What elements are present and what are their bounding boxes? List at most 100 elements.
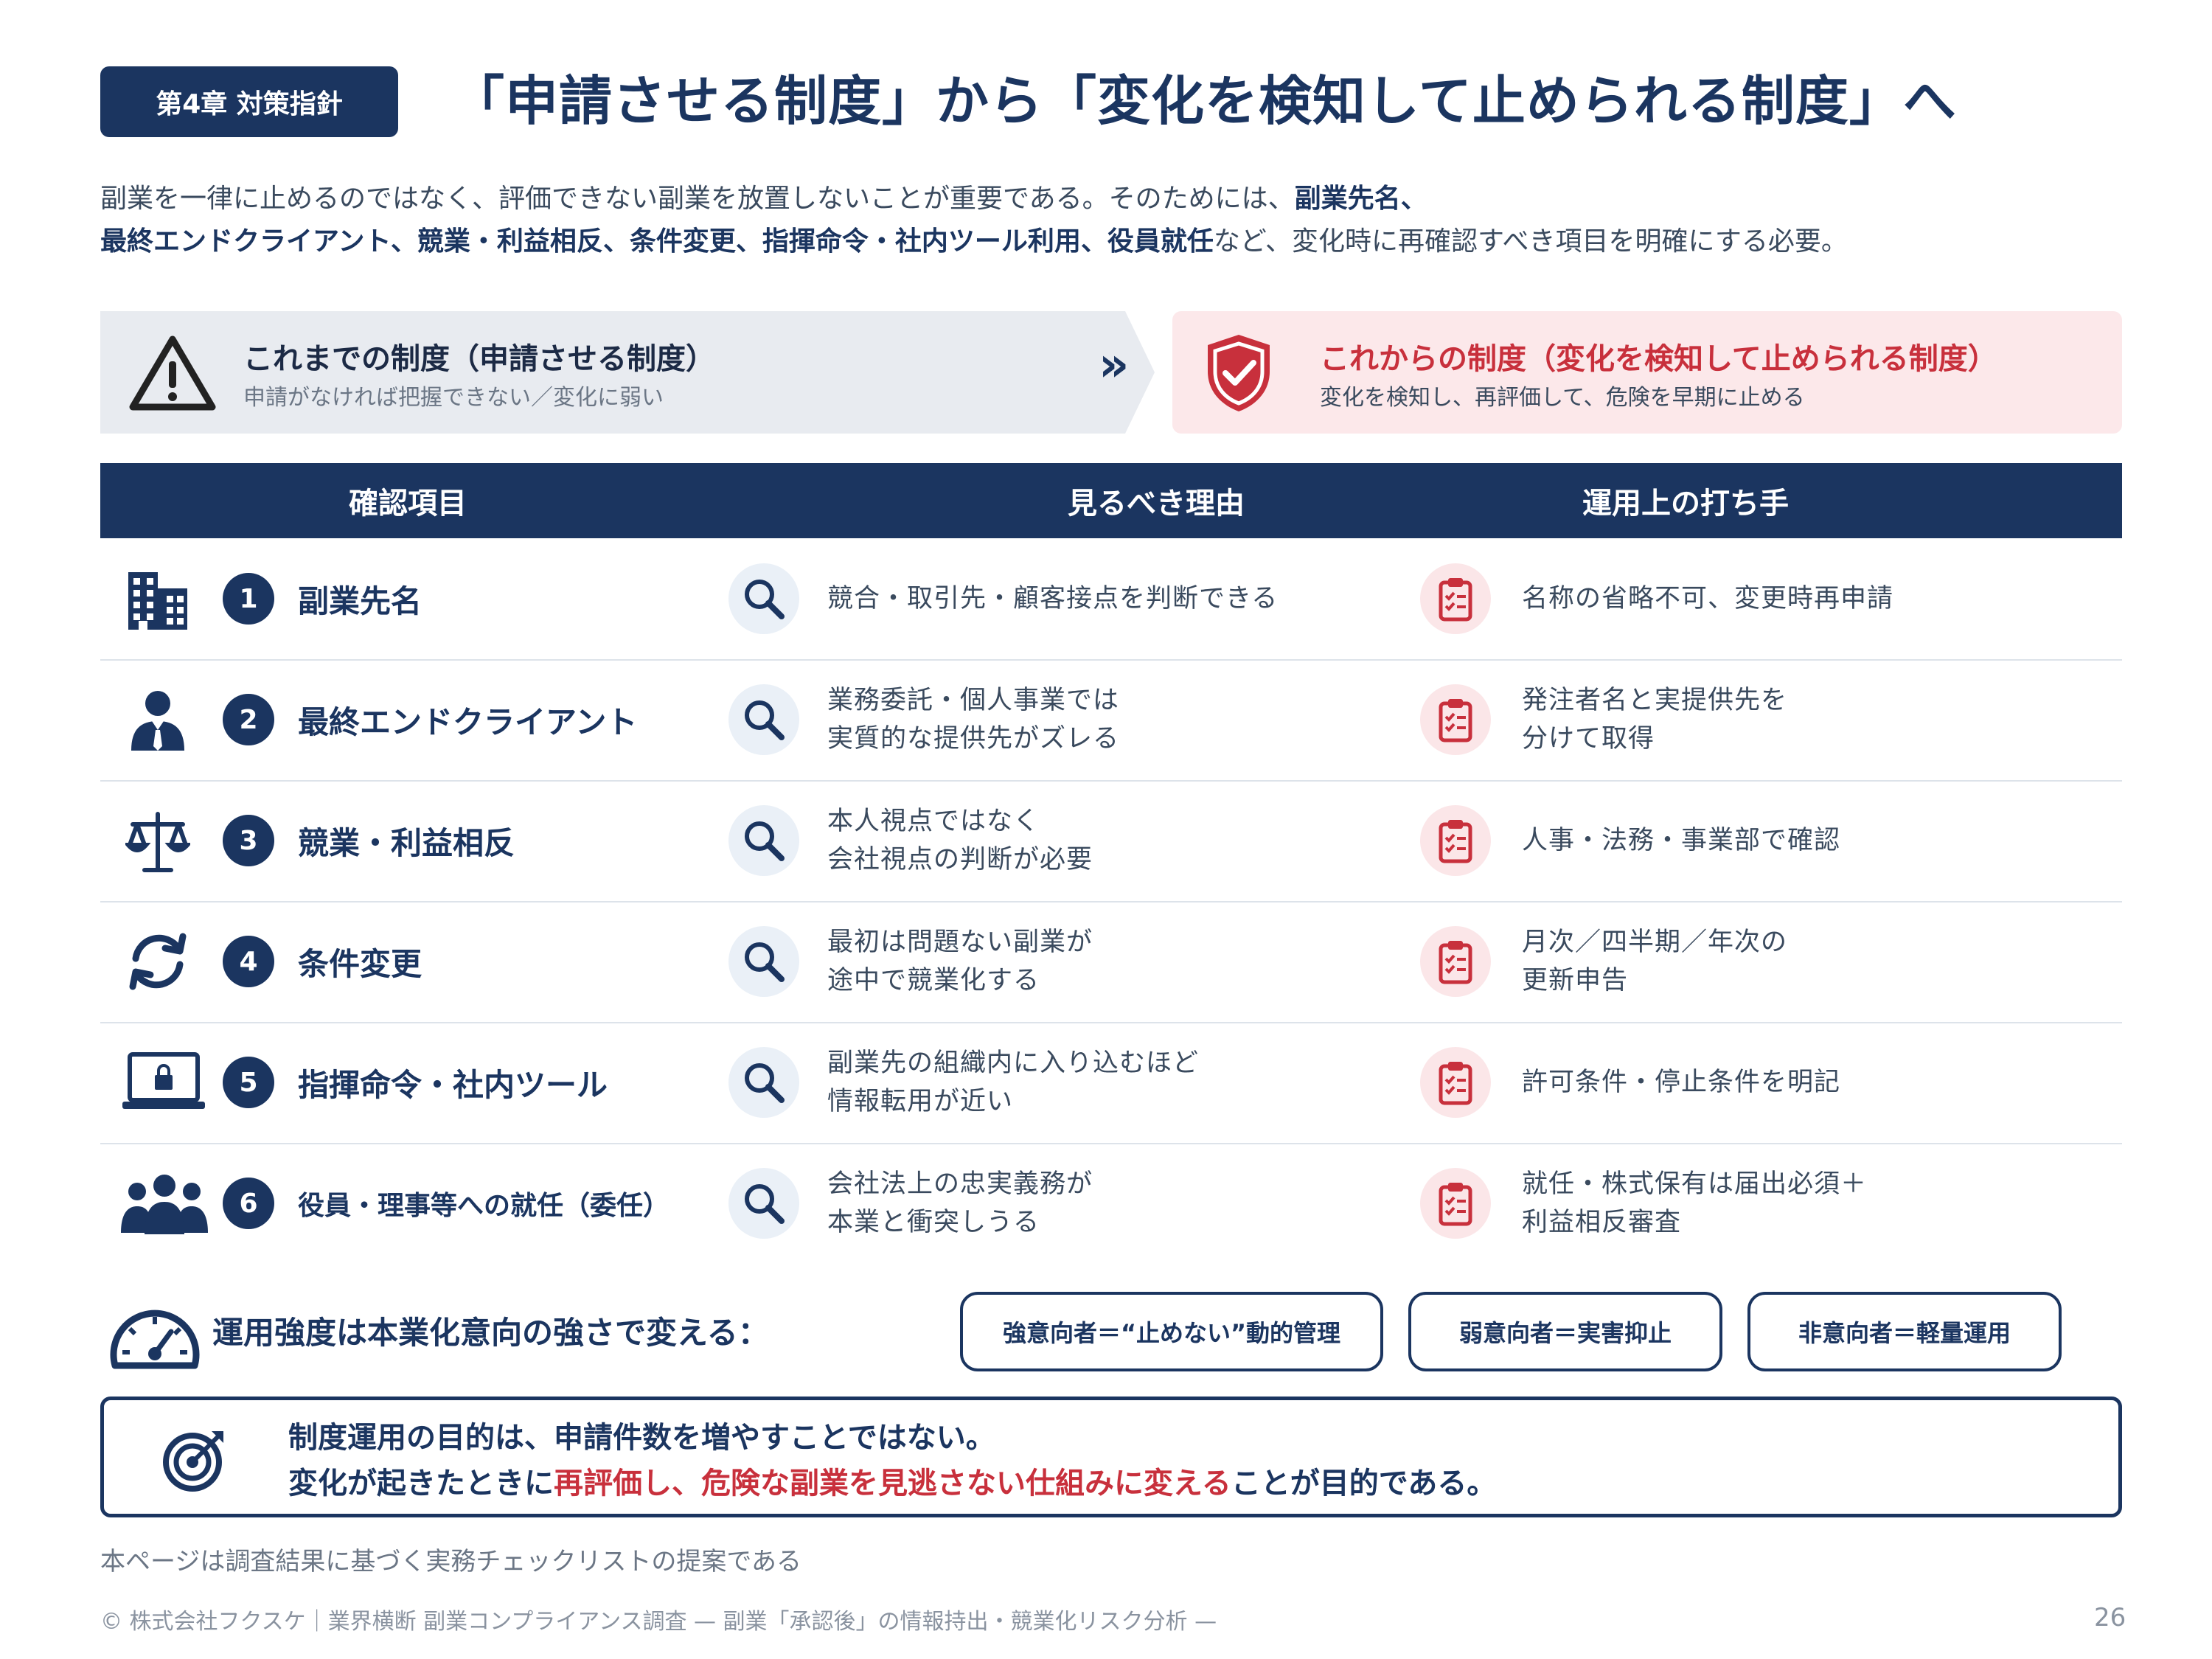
reason-line: 副業先の組織内に入り込むほど bbox=[827, 1048, 1200, 1078]
intensity-pill-none: 非意向者＝軽量運用 bbox=[1747, 1292, 2062, 1371]
search-icon-badge bbox=[728, 563, 799, 634]
clipboard-icon-badge bbox=[1420, 1047, 1491, 1118]
column-header-item: 確認項目 bbox=[349, 487, 467, 521]
action-cell: 許可条件・停止条件を明記 bbox=[1522, 1022, 1840, 1143]
reason-cell: 競合・取引先・顧客接点を判断できる bbox=[827, 538, 1278, 659]
item-label: 役員・理事等への就任（委任） bbox=[298, 1191, 670, 1221]
conclusion-text: 変化が起きたときに bbox=[288, 1467, 554, 1500]
reason-line: 本業と衝突しうる bbox=[827, 1208, 1040, 1237]
reason-line: 本人視点ではなく bbox=[827, 807, 1040, 836]
old-system-title: これまでの制度（申請させる制度） bbox=[243, 342, 715, 376]
intensity-pill-weak: 弱意向者＝実害抑止 bbox=[1408, 1292, 1722, 1371]
lead-text: 副業を一律に止めるのではなく、評価できない副業を放置しないことが重要である。その… bbox=[100, 184, 1295, 214]
target-icon bbox=[163, 1431, 223, 1492]
intensity-pill-strong: 強意向者＝“止めない”動的管理 bbox=[960, 1292, 1383, 1371]
table-header: 確認項目 見るべき理由 運用上の打ち手 bbox=[100, 463, 2122, 538]
page-number: 26 bbox=[2094, 1603, 2126, 1632]
item-label: 指揮命令・社内ツール bbox=[298, 1066, 608, 1103]
reason-line: 会社法上の忠実義務が bbox=[827, 1169, 1093, 1199]
search-icon-badge bbox=[728, 805, 799, 876]
person-icon bbox=[125, 687, 190, 752]
clipboard-icon-badge bbox=[1420, 563, 1491, 634]
action-line: 許可条件・停止条件を明記 bbox=[1522, 1068, 1841, 1097]
action-line: 名称の省略不可、変更時再申請 bbox=[1522, 584, 1894, 613]
lead-line-1: 副業を一律に止めるのではなく、評価できない副業を放置しないことが重要である。その… bbox=[100, 177, 1427, 215]
conclusion-box: 制度運用の目的は、申請件数を増やすことではない。 変化が起きたときに再評価し、危… bbox=[100, 1397, 2122, 1517]
lead-emphasis: 副業先名、 bbox=[1294, 184, 1427, 214]
clipboard-icon bbox=[1439, 820, 1472, 863]
item-number: 3 bbox=[223, 815, 274, 866]
old-system-box: これまでの制度（申請させる制度） 申請がなければ把握できない／変化に弱い bbox=[100, 311, 1155, 434]
item-number: 5 bbox=[223, 1057, 274, 1108]
table-row: 3 競業・利益相反 本人視点ではなく 会社視点の判断が必要 人事・法務・事業部で確認 bbox=[100, 780, 2122, 902]
action-cell: 発注者名と実提供先を 分けて取得 bbox=[1522, 659, 1787, 780]
item-label: 副業先名 bbox=[298, 582, 422, 619]
reason-line: 途中で競業化する bbox=[827, 966, 1040, 995]
reason-cell: 本人視点ではなく会社視点の判断が必要 bbox=[827, 780, 1093, 901]
reason-line: 競合・取引先・顧客接点を判断できる bbox=[827, 584, 1279, 613]
lead-line-2: 最終エンドクライアント、競業・利益相反、条件変更、指揮命令・社内ツール利用、役員… bbox=[100, 220, 1848, 258]
column-header-action: 運用上の打ち手 bbox=[1582, 487, 1789, 521]
group-icon bbox=[121, 1171, 208, 1236]
action-line: 就任・株式保有は届出必須＋ bbox=[1522, 1169, 1868, 1199]
warning-icon bbox=[129, 335, 216, 411]
item-number: 6 bbox=[223, 1178, 274, 1229]
action-line: 更新申告 bbox=[1522, 966, 1629, 995]
table-row: 4 条件変更 最初は問題ない副業が 途中で競業化する 月次／四半期／年次の 更新申告 bbox=[100, 901, 2122, 1023]
conclusion-line-1: 制度運用の目的は、申請件数を増やすことではない。 bbox=[288, 1421, 995, 1455]
search-icon bbox=[745, 700, 785, 740]
action-line: 人事・法務・事業部で確認 bbox=[1522, 826, 1841, 855]
footnote: 本ページは調査結果に基づく実務チェックリストの提案である bbox=[100, 1547, 801, 1576]
clipboard-icon bbox=[1439, 699, 1472, 742]
action-cell: 月次／四半期／年次の 更新申告 bbox=[1522, 901, 1787, 1022]
conclusion-line-2: 変化が起きたときに再評価し、危険な副業を見逃さない仕組みに変えることが目的である… bbox=[288, 1459, 1496, 1502]
new-system-box: これからの制度（変化を検知して止められる制度） 変化を検知し、再評価して、危険を… bbox=[1172, 311, 2122, 434]
reason-line: 情報転用が近い bbox=[827, 1087, 1014, 1116]
intensity-label: 運用強度は本業化意向の強さで変える： bbox=[212, 1315, 769, 1351]
page-title: 「申請させる制度」から「変化を検知して止められる制度」へ bbox=[451, 70, 1957, 132]
table-row: 5 指揮命令・社内ツール 副業先の組織内に入り込むほど 情報転用が近い 許可条件・停止条… bbox=[100, 1022, 2122, 1144]
building-icon bbox=[125, 566, 190, 631]
conclusion-text: ことが目的である。 bbox=[1231, 1467, 1497, 1500]
reason-line: 実質的な提供先がズレる bbox=[827, 724, 1120, 754]
search-icon-badge bbox=[728, 684, 799, 755]
reason-line: 会社視点の判断が必要 bbox=[827, 845, 1093, 874]
search-icon bbox=[745, 942, 785, 982]
reason-cell: 業務委託・個人事業では 実質的な提供先がズレる bbox=[827, 659, 1119, 780]
lead-text: など、変化時に再確認すべき項目を明確にする必要。 bbox=[1213, 226, 1848, 257]
item-label: 条件変更 bbox=[298, 945, 422, 982]
search-icon bbox=[745, 1184, 785, 1224]
action-cell: 就任・株式保有は届出必須＋ 利益相反審査 bbox=[1522, 1143, 1867, 1264]
action-line: 月次／四半期／年次の bbox=[1522, 928, 1788, 957]
search-icon bbox=[745, 821, 785, 861]
reason-line: 業務委託・個人事業では bbox=[827, 686, 1120, 715]
reason-cell: 会社法上の忠実義務が 本業と衝突しうる bbox=[827, 1143, 1093, 1264]
new-system-subtitle: 変化を検知し、再評価して、危険を早期に止める bbox=[1320, 385, 1805, 411]
refresh-icon bbox=[125, 929, 190, 994]
clipboard-icon-badge bbox=[1420, 684, 1491, 755]
search-icon-badge bbox=[728, 1047, 799, 1118]
item-number: 1 bbox=[223, 573, 274, 625]
transition-arrow: » bbox=[1099, 338, 1130, 392]
reason-cell: 副業先の組織内に入り込むほど 情報転用が近い bbox=[827, 1022, 1199, 1143]
search-icon bbox=[745, 580, 785, 619]
old-system-subtitle: 申請がなければ把握できない／変化に弱い bbox=[243, 385, 664, 411]
clipboard-icon bbox=[1439, 1183, 1472, 1226]
clipboard-icon bbox=[1439, 578, 1472, 622]
action-line: 分けて取得 bbox=[1522, 724, 1655, 754]
item-number: 2 bbox=[223, 694, 274, 745]
search-icon-badge bbox=[728, 1168, 799, 1239]
search-icon bbox=[745, 1063, 785, 1103]
item-number: 4 bbox=[223, 936, 274, 987]
search-icon-badge bbox=[728, 926, 799, 997]
clipboard-icon-badge bbox=[1420, 926, 1491, 997]
reason-cell: 最初は問題ない副業が 途中で競業化する bbox=[827, 901, 1093, 1022]
action-line: 利益相反審査 bbox=[1522, 1208, 1682, 1237]
footer-copyright: © 株式会社フクスケ｜業界横断 副業コンプライアンス調査 — 副業「承認後」の情… bbox=[100, 1609, 1217, 1635]
action-cell: 人事・法務・事業部で確認 bbox=[1522, 780, 1840, 901]
table-row: 1 副業先名 競合・取引先・顧客接点を判断できる 名称の省略不可、変更時再申請 bbox=[100, 538, 2122, 661]
table-row: 6 役員・理事等への就任（委任） 会社法上の忠実義務が 本業と衝突しうる 就任・株式保有… bbox=[100, 1143, 2122, 1264]
clipboard-icon bbox=[1439, 1062, 1472, 1105]
item-label: 最終エンドクライアント bbox=[298, 703, 638, 740]
lead-emphasis: 最終エンドクライアント、競業・利益相反、条件変更、指揮命令・社内ツール利用、役員… bbox=[100, 226, 1214, 257]
